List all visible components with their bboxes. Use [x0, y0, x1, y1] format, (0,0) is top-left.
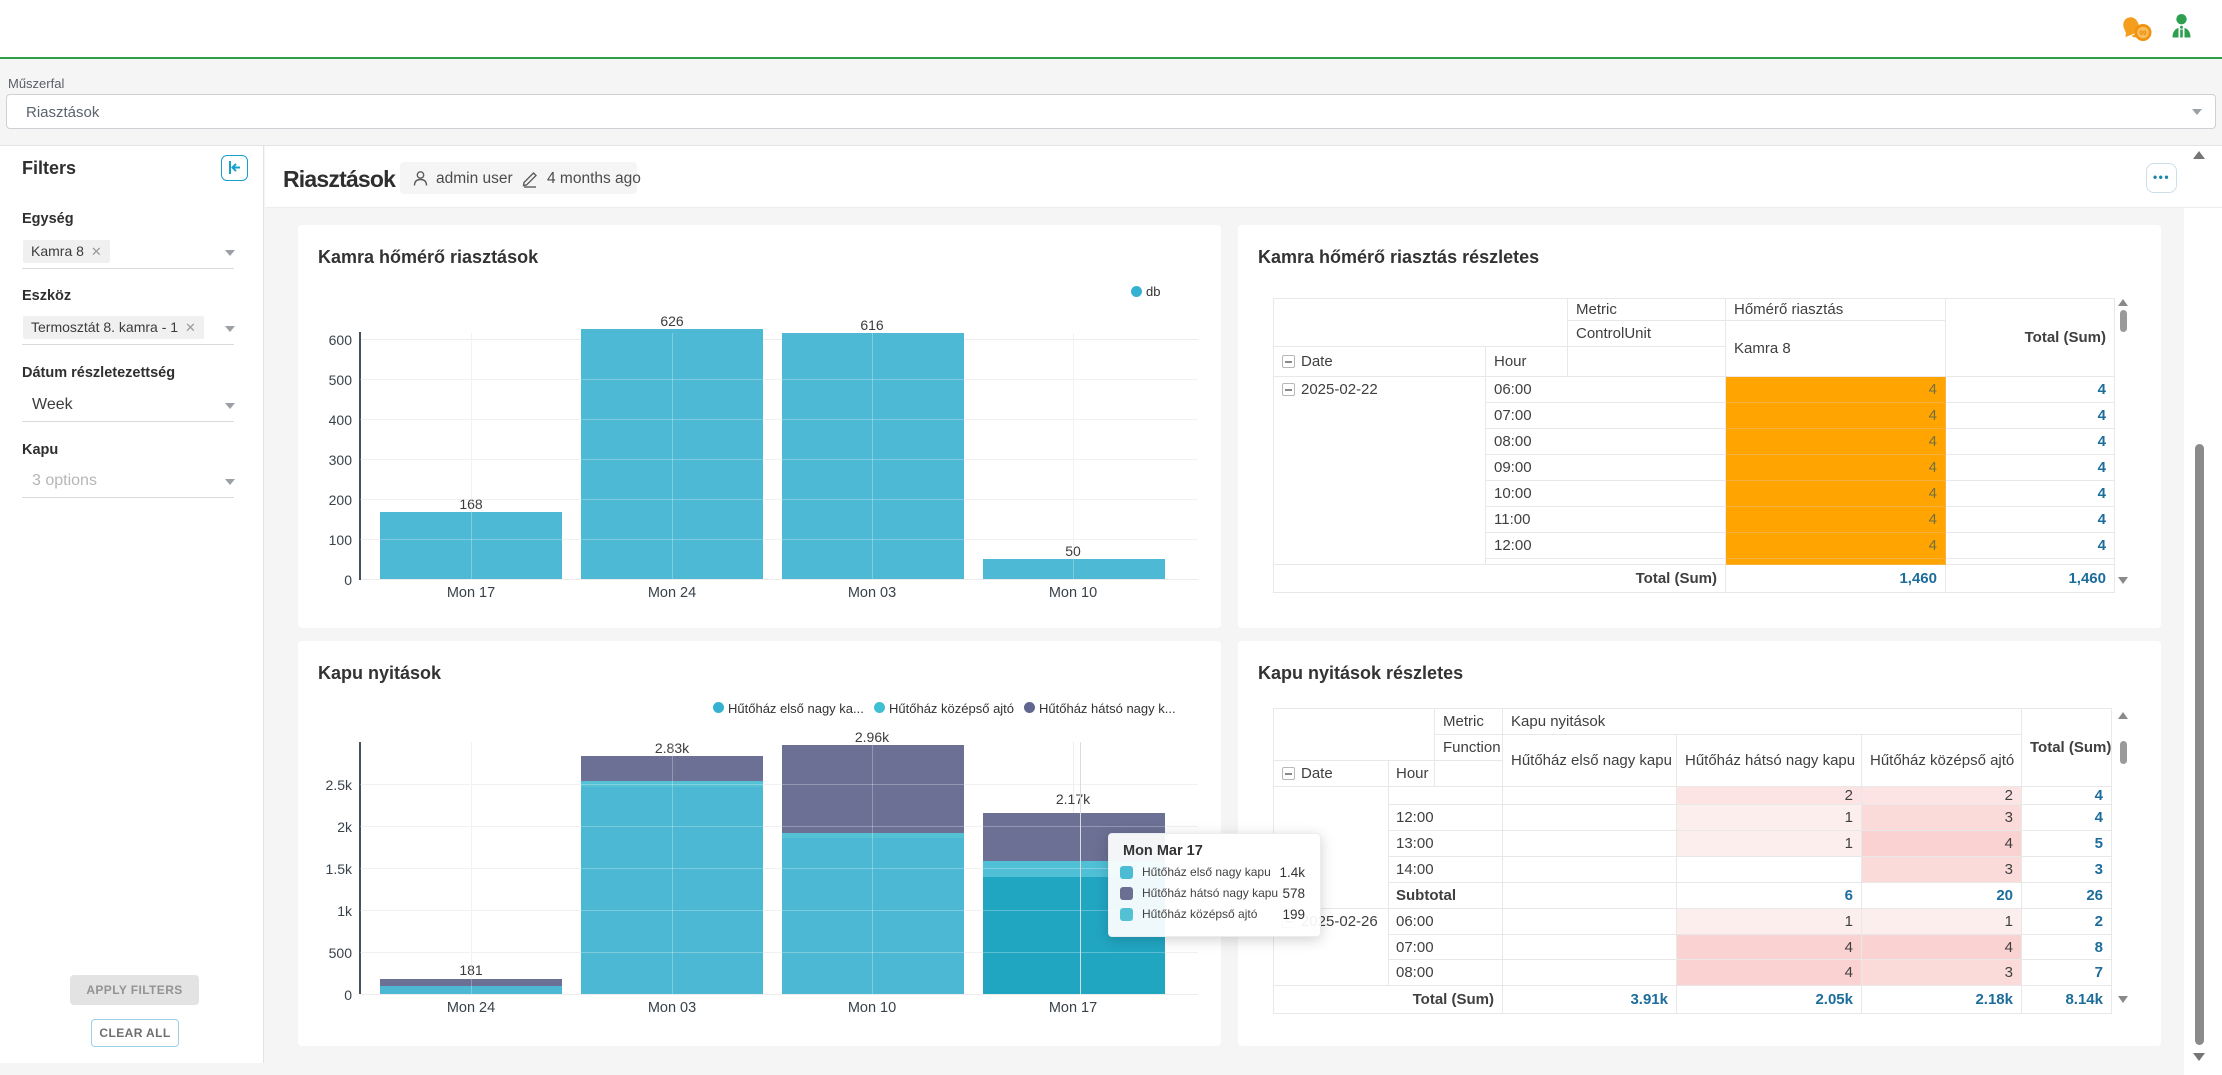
svg-text:99: 99 [2139, 30, 2147, 37]
